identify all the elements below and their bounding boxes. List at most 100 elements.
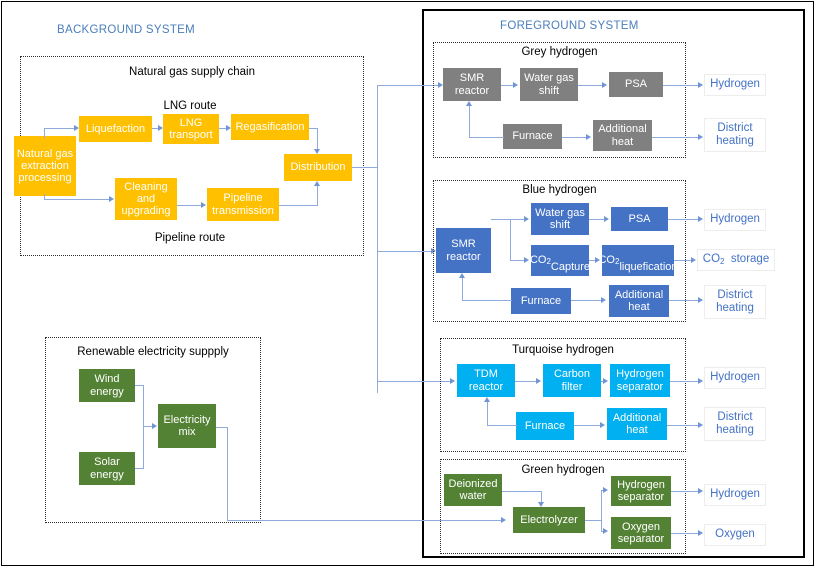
- node-cleaning-and-upgrading[interactable]: Cleaning and upgrading: [115, 178, 177, 220]
- conn-water-right: [502, 491, 542, 493]
- conn-grey-heat-out: [652, 137, 699, 139]
- node-turquoise-hydrogen-separator[interactable]: Hydrogen separator: [610, 364, 670, 397]
- node-electrolyzer[interactable]: Electrolyzer: [513, 507, 585, 533]
- arrow-turquoise-district-heating-out: [698, 422, 703, 428]
- node-blue-psa[interactable]: PSA: [611, 207, 668, 231]
- output-green-hydrogen: Hydrogen: [704, 484, 766, 506]
- conn-trunk-to-grey: [377, 85, 440, 87]
- node-turquoise-carbon-filter[interactable]: Carbon filter: [543, 364, 601, 397]
- arrow-green-hydrogen-out: [698, 488, 703, 494]
- node-green-hydrogen-separator[interactable]: Hydrogen separator: [611, 476, 671, 506]
- arrow-to-turquoise-hydrogen-separator: [603, 378, 608, 384]
- node-blue-additional-heat[interactable]: Additional heat: [609, 285, 669, 317]
- arrow-blue-to-psa: [604, 216, 609, 222]
- arrow-to-regasification: [226, 125, 231, 131]
- output-grey-district-heating: District heating: [704, 118, 766, 152]
- output-grey-hydrogen: Hydrogen: [704, 74, 766, 96]
- arrow-to-oxygen-separator: [603, 528, 608, 534]
- conn-grey-furnace-up: [469, 106, 471, 138]
- node-electricity-mix[interactable]: Electricity mix: [158, 404, 216, 448]
- lng-route-label: LNG route: [163, 100, 217, 112]
- node-blue-smr-reactor[interactable]: SMR reactor: [436, 228, 491, 273]
- node-blue-co2-liquefication[interactable]: CO 2 liquefication: [598, 245, 678, 276]
- node-blue-co2-capture[interactable]: CO 2 Capture: [530, 245, 590, 276]
- conn-electrolyzer-out: [585, 520, 602, 522]
- node-deionized-water[interactable]: Deionized water: [444, 474, 502, 506]
- conn-turq-furnace-up: [487, 402, 489, 426]
- node-wind-energy[interactable]: Wind energy: [79, 369, 135, 402]
- arrow-to-liquefaction: [74, 125, 79, 131]
- conn-electrolyzer-split: [601, 490, 603, 531]
- arrow-blue-to-wgs: [524, 216, 529, 222]
- conn-o2sep-out: [671, 533, 699, 535]
- node-solar-energy[interactable]: Solar energy: [79, 452, 135, 485]
- conn-blue-psa-out: [668, 219, 699, 221]
- arrow-blue-furnace-to-smr: [459, 273, 465, 278]
- output-turquoise-district-heating: District heating: [704, 407, 766, 441]
- conn-grey-furnace-heat: [562, 137, 587, 139]
- node-oxygen-separator[interactable]: Oxygen separator: [611, 517, 671, 549]
- conn-grey-wgs-psa: [578, 85, 603, 87]
- node-grey-psa[interactable]: PSA: [609, 72, 663, 97]
- arrow-to-green-hydrogen-separator: [603, 487, 608, 493]
- conn-blue-smr-split: [510, 219, 512, 261]
- renewable-electricity-title: Renewable electricity suppply: [77, 346, 229, 358]
- conn-blue-furnace-left: [462, 300, 512, 302]
- node-grey-water-gas-shift[interactable]: Water gas shift: [520, 68, 578, 101]
- conn-trunk-to-blue: [377, 251, 433, 253]
- node-turquoise-furnace[interactable]: Furnace: [516, 412, 574, 440]
- conn-solar-up: [143, 426, 145, 469]
- node-blue-water-gas-shift[interactable]: Water gas shift: [531, 203, 589, 235]
- node-lng-transport[interactable]: LNG transport: [163, 114, 219, 144]
- arrow-grey-furnace-to-smr: [466, 101, 472, 106]
- arrow-grey-district-heating-out: [698, 134, 703, 140]
- node-natural-gas-extraction[interactable]: Natural gas extraction processing: [14, 136, 76, 196]
- node-turquoise-additional-heat[interactable]: Additional heat: [607, 408, 667, 440]
- node-grey-smr-reactor[interactable]: SMR reactor: [443, 68, 501, 101]
- arrow-to-electricity-mix: [152, 423, 157, 429]
- conn-mix-down: [227, 427, 229, 521]
- node-regasification[interactable]: Regasification: [231, 114, 309, 140]
- node-grey-additional-heat[interactable]: Additional heat: [593, 120, 652, 151]
- node-tdm-reactor[interactable]: TDM reactor: [457, 364, 515, 397]
- background-system-title: BACKGROUND SYSTEM: [57, 24, 196, 36]
- arrow-to-electrolyzer-top: [538, 502, 544, 507]
- node-blue-furnace[interactable]: Furnace: [511, 288, 571, 314]
- node-pipeline-transmission[interactable]: Pipeline transmission: [207, 188, 279, 221]
- node-grey-furnace[interactable]: Furnace: [503, 124, 562, 149]
- foreground-system-title: FOREGROUND SYSTEM: [500, 20, 639, 32]
- output-blue-hydrogen: Hydrogen: [704, 209, 766, 231]
- conn-h2sep-out: [671, 491, 699, 493]
- conn-ng-up: [44, 128, 46, 138]
- conn-turq-tdm-filter: [515, 381, 536, 383]
- arrow-to-distribution-bottom: [314, 181, 320, 186]
- arrow-grey-to-additional-heat: [586, 134, 591, 140]
- conn-turq-heat-out: [667, 425, 699, 427]
- pipeline-route-label: Pipeline route: [154, 232, 226, 244]
- conn-blue-liq-out: [674, 260, 692, 262]
- arrow-turquoise-to-additional-heat: [600, 422, 605, 428]
- conn-blue-furnace-heat: [571, 300, 602, 302]
- conn-regas-down: [317, 128, 319, 150]
- conn-ng-to-clean: [44, 199, 110, 201]
- conn-grey-psa-out: [663, 85, 699, 87]
- conn-blue-to-co2cap: [510, 260, 524, 262]
- conn-wind-down: [143, 385, 145, 427]
- node-liquefaction[interactable]: Liquefaction: [79, 116, 152, 142]
- output-blue-district-heating: District heating: [704, 285, 766, 319]
- arrow-oxygen-out: [698, 530, 703, 536]
- arrow-blue-to-additional-heat: [601, 297, 606, 303]
- node-distribution[interactable]: Distribution: [284, 154, 352, 181]
- grey-hydrogen-title: Grey hydrogen: [521, 46, 598, 58]
- conn-trunk-vertical: [377, 85, 379, 393]
- conn-pipe-right: [279, 205, 318, 207]
- output-oxygen: Oxygen: [704, 524, 766, 546]
- conn-blue-heat-out: [669, 300, 699, 302]
- renewable-electricity-box: [45, 337, 261, 523]
- conn-blue-wgs-psa: [589, 219, 605, 221]
- conn-grey-furnace-left: [469, 137, 504, 139]
- conn-turq-sep-out: [670, 381, 699, 383]
- arrow-grey-to-psa: [602, 82, 607, 88]
- arrow-co2-storage-out: [691, 257, 696, 263]
- conn-blue-smr-up-h: [491, 219, 511, 221]
